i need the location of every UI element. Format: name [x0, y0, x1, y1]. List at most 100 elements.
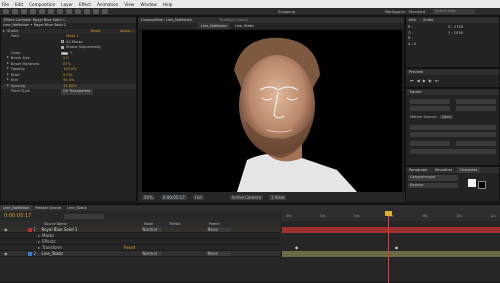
- stamp-tool-icon[interactable]: [93, 9, 99, 14]
- analyze-buttons[interactable]: [410, 149, 496, 154]
- motion-source-select[interactable]: None: [440, 115, 454, 119]
- first-frame-icon[interactable]: ⏮: [410, 78, 414, 83]
- tab-paragraph[interactable]: Paragraph: [406, 167, 430, 173]
- expand-triangle-icon[interactable]: [7, 72, 9, 75]
- viewer-image: [234, 37, 357, 192]
- menu-help[interactable]: Help: [163, 2, 173, 7]
- keyframe-icon[interactable]: ◆: [295, 245, 298, 250]
- tab-tracker[interactable]: Tracker: [406, 89, 425, 95]
- options-button[interactable]: [456, 141, 496, 146]
- layer-bar-footage[interactable]: [282, 251, 500, 257]
- zoom-tool-icon[interactable]: [21, 9, 27, 14]
- camera-select[interactable]: Active Camera: [229, 194, 263, 200]
- zoom-select[interactable]: 50%: [142, 194, 155, 200]
- subtab-line-static[interactable]: Line_Static: [232, 23, 258, 29]
- color-swatch[interactable]: [61, 51, 68, 55]
- resolution-select[interactable]: Full: [192, 194, 204, 200]
- next-frame-icon[interactable]: ▶: [429, 78, 432, 83]
- tab-preview[interactable]: Preview: [406, 69, 426, 75]
- playhead[interactable]: [388, 211, 389, 283]
- layer-mode-select[interactable]: Normal: [141, 251, 162, 256]
- workspace-select[interactable]: Standard: [409, 10, 425, 14]
- layer-row[interactable]: ◉ 2 Line_Static Normal None: [0, 251, 280, 257]
- ruler-label: 04s: [354, 214, 360, 218]
- layer-bar-solid[interactable]: [282, 227, 500, 233]
- tab-timeline-line-nomotion[interactable]: Line_NoMotion: [0, 205, 33, 211]
- hand-tool-icon[interactable]: [12, 9, 18, 14]
- font-select[interactable]: Geogrotesque: [408, 175, 458, 181]
- tab-audio[interactable]: Audio: [420, 17, 436, 23]
- expand-triangle-icon[interactable]: [7, 61, 9, 64]
- menu-composition[interactable]: Composition: [29, 2, 55, 7]
- camera-tool-icon[interactable]: [39, 9, 45, 14]
- eye-icon[interactable]: ◉: [4, 227, 8, 232]
- preview-controls: ⏮ ◀ ▶ ▶ ⏭: [406, 75, 499, 86]
- play-icon[interactable]: ▶: [423, 78, 426, 83]
- label-color-swatch[interactable]: [27, 251, 32, 256]
- track-camera-button[interactable]: [410, 99, 450, 104]
- layer-parent-select[interactable]: None: [206, 251, 231, 256]
- expand-triangle-icon[interactable]: [7, 67, 9, 69]
- transform-reset-link[interactable]: Reset: [124, 245, 135, 250]
- expand-triangle-icon[interactable]: [7, 83, 9, 86]
- keyframe-icon[interactable]: ◆: [395, 245, 398, 250]
- comp-timecode[interactable]: 0:00:05:17: [160, 194, 187, 200]
- expand-triangle-icon[interactable]: [3, 29, 5, 32]
- font-style-select[interactable]: Regular: [408, 182, 458, 188]
- label-color-swatch[interactable]: [27, 227, 32, 232]
- subtab-line-nomotion[interactable]: Line_NoMotion: [198, 23, 231, 29]
- menu-effect[interactable]: Effect: [79, 2, 91, 7]
- stroke-color-swatch[interactable]: [478, 181, 486, 189]
- timeline-timecode[interactable]: 0:00:05:17: [4, 213, 64, 219]
- expand-triangle-icon[interactable]: [38, 247, 40, 249]
- menu-edit[interactable]: Edit: [15, 2, 23, 7]
- search-help-input[interactable]: Search Help: [433, 9, 476, 14]
- type-tool-icon[interactable]: [75, 9, 81, 14]
- reset-link[interactable]: Reset: [91, 29, 101, 33]
- track-motion-button[interactable]: [410, 106, 450, 111]
- menu-window[interactable]: Window: [140, 2, 157, 7]
- expand-triangle-icon[interactable]: [7, 56, 9, 58]
- menu-animation[interactable]: Animation: [97, 2, 118, 7]
- pen-tool-icon[interactable]: [66, 9, 72, 14]
- col-mode: Mode: [144, 222, 154, 226]
- stroke-sequentially-checkbox[interactable]: [61, 45, 64, 49]
- tab-timeline-line-static[interactable]: Line_Static: [64, 205, 90, 211]
- expand-triangle-icon[interactable]: [38, 241, 40, 243]
- pan-tool-icon[interactable]: [48, 9, 54, 14]
- timeline-search-input[interactable]: [64, 213, 104, 219]
- track-type-select[interactable]: [410, 132, 496, 137]
- prev-frame-icon[interactable]: ◀: [417, 78, 420, 83]
- playhead-handle[interactable]: [385, 211, 392, 216]
- menu-layer[interactable]: Layer: [61, 2, 73, 7]
- tab-character[interactable]: Character: [456, 167, 481, 173]
- stabilize-motion-button[interactable]: [456, 106, 496, 111]
- last-frame-icon[interactable]: ⏭: [435, 78, 439, 83]
- fill-color-swatch[interactable]: [468, 179, 476, 187]
- eye-icon[interactable]: ◉: [4, 251, 8, 256]
- paint-style-select[interactable]: On Transparent: [61, 89, 93, 95]
- tab-render-queue[interactable]: Render Queue: [32, 205, 64, 211]
- tab-info[interactable]: Info: [406, 17, 419, 23]
- selection-tool-icon[interactable]: [3, 9, 9, 14]
- menu-view[interactable]: View: [124, 2, 134, 7]
- about-link[interactable]: About...: [120, 29, 134, 33]
- expand-triangle-icon[interactable]: [38, 235, 40, 237]
- menu-file[interactable]: File: [2, 2, 9, 7]
- expand-triangle-icon[interactable]: [7, 78, 9, 80]
- composition-viewer[interactable]: [142, 30, 402, 192]
- layer-parent-select[interactable]: None: [206, 227, 231, 232]
- edit-target-button[interactable]: [410, 141, 450, 146]
- tab-smoother[interactable]: Smoother: [432, 167, 456, 173]
- eraser-tool-icon[interactable]: [102, 9, 108, 14]
- mask-tool-icon[interactable]: [57, 9, 63, 14]
- warp-stabilizer-button[interactable]: [456, 99, 496, 104]
- tab-composition[interactable]: Composition: Line_NoMotion: [138, 17, 195, 23]
- brush-tool-icon[interactable]: [84, 9, 90, 14]
- views-select[interactable]: 1 View: [268, 194, 287, 200]
- rotate-tool-icon[interactable]: [30, 9, 36, 14]
- eyedropper-icon[interactable]: ✎: [70, 51, 73, 57]
- current-track-select[interactable]: [410, 125, 496, 130]
- layer-mode-select[interactable]: Normal: [141, 227, 162, 232]
- all-masks-checkbox[interactable]: [61, 40, 64, 43]
